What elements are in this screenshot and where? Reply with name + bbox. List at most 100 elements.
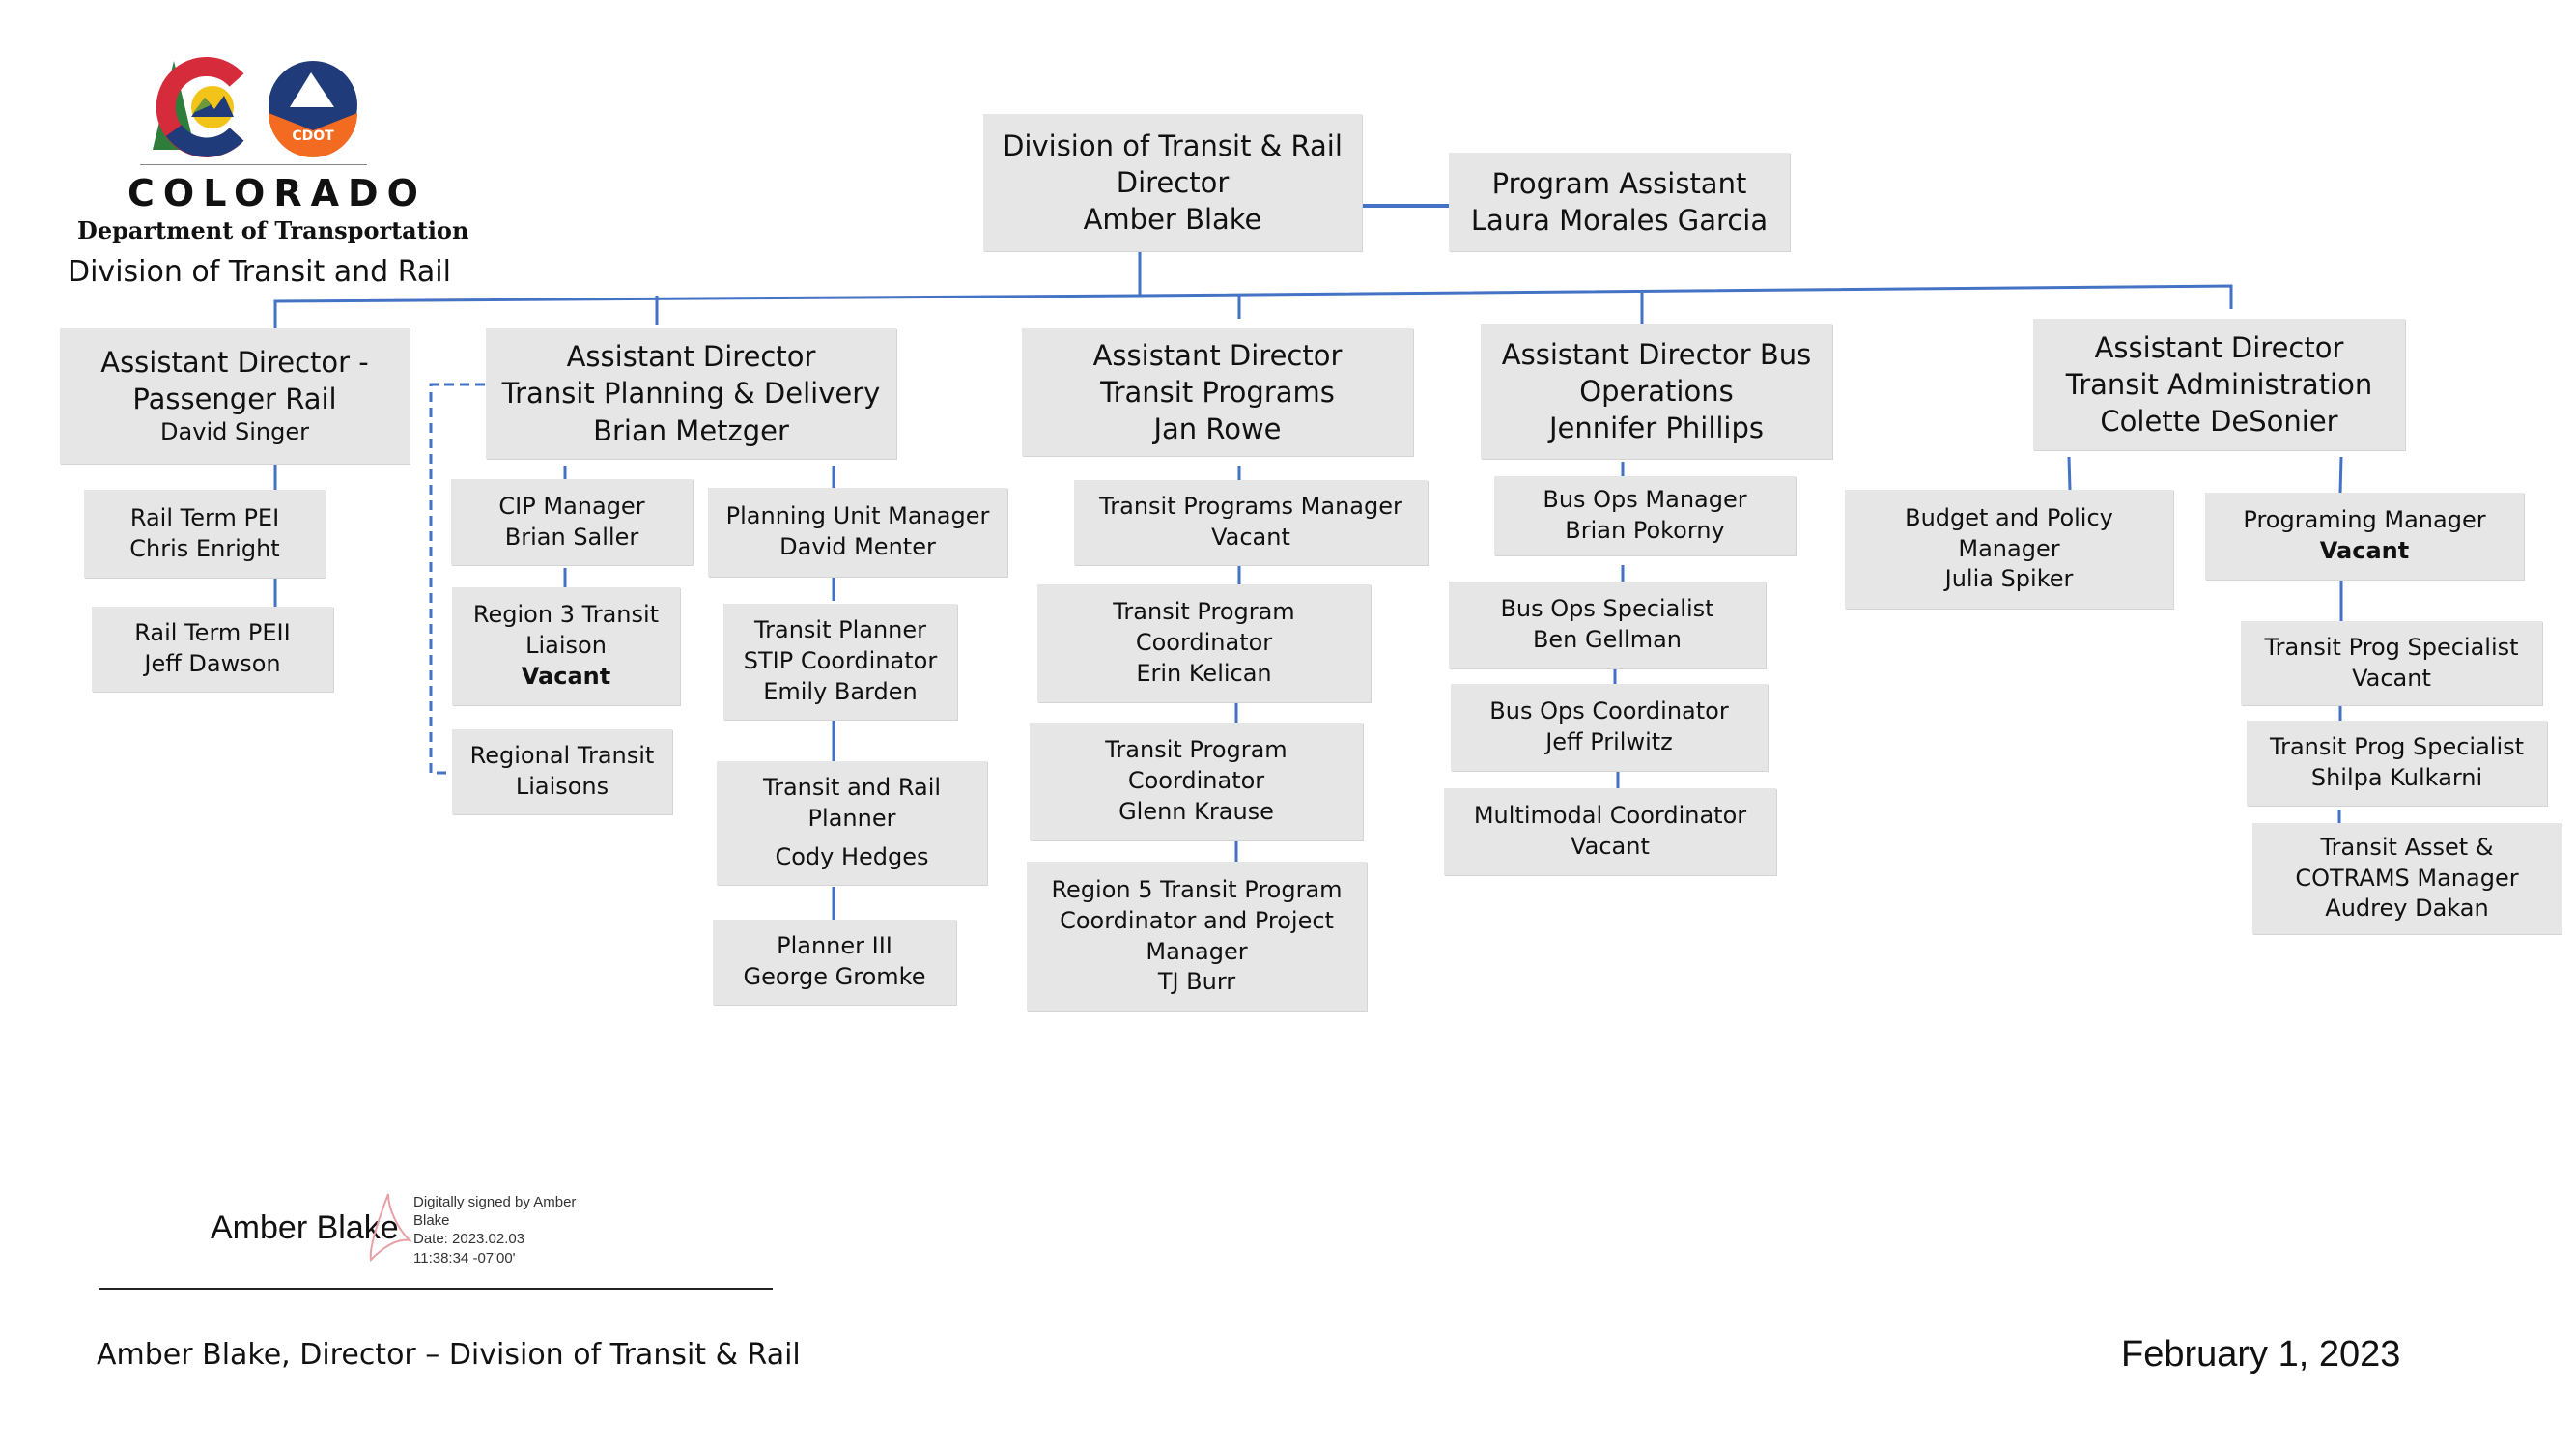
rail-term-pei-box[interactable]: Rail Term PEI Chris Enright — [84, 490, 326, 578]
bus-ops-coordinator-box[interactable]: Bus Ops Coordinator Jeff Prilwitz — [1451, 684, 1768, 771]
box-line: Regional Transit — [469, 742, 655, 770]
box-line: Planner III — [777, 932, 892, 960]
box-line: Cody Hedges — [775, 842, 929, 870]
box-line: Manager — [1958, 534, 2060, 562]
signature-meta-line: 11:38:34 -07'00' — [413, 1249, 516, 1266]
box-line: Rail Term PEI — [129, 503, 280, 531]
box-line: Bus Ops Specialist — [1500, 595, 1714, 623]
signature-meta-line: Digitally signed by Amber — [413, 1194, 577, 1210]
transit-asset-cotrams-box[interactable]: Transit Asset & COTRAMS Manager Audrey D… — [2252, 823, 2562, 934]
box-line: Coordinator — [1127, 767, 1265, 795]
bus-ops-manager-box[interactable]: Bus Ops Manager Brian Pokorny — [1494, 476, 1796, 555]
box-line: Programing Manager — [2243, 506, 2486, 534]
box-line: Brian Metzger — [593, 413, 789, 447]
connector-line — [2067, 456, 2072, 491]
box-line: Transit Program — [1113, 598, 1295, 626]
box-line: Bus Ops Coordinator — [1489, 697, 1729, 725]
transit-program-coordinator-box[interactable]: Transit Program Coordinator Glenn Krause — [1030, 723, 1363, 840]
box-line: Amber Blake — [1083, 203, 1262, 237]
box-line: Jennifer Phillips — [1548, 412, 1765, 445]
box-line: Transit and Rail — [762, 774, 942, 802]
box-line: Program Assistant — [1491, 166, 1747, 200]
transit-program-coordinator-box[interactable]: Transit Program Coordinator Erin Kelican — [1037, 584, 1371, 702]
transit-rail-planner-box[interactable]: Transit and Rail Planner Cody Hedges — [717, 761, 987, 885]
box-line: Laura Morales Garcia — [1470, 204, 1769, 237]
box-line: Assistant Director - — [100, 345, 369, 379]
box-line: David Menter — [779, 533, 936, 560]
box-line: Glenn Krause — [1118, 797, 1274, 825]
box-line: George Gromke — [743, 963, 926, 990]
box-line: TJ Burr — [1157, 968, 1236, 996]
box-line: Region 3 Transit — [472, 601, 660, 629]
ad-transit-programs-box[interactable]: Assistant Director Transit Programs Jan … — [1022, 328, 1413, 456]
cip-manager-box[interactable]: CIP Manager Brian Saller — [451, 479, 693, 565]
box-line: Vacant — [2352, 664, 2431, 692]
box-line: Transit Planner — [753, 616, 927, 644]
signature-caption: Amber Blake, Director – Division of Tran… — [97, 1338, 801, 1372]
region3-liaison-box[interactable]: Region 3 Transit Liaison Vacant — [452, 587, 680, 705]
dotted-reporting-line — [429, 383, 485, 775]
planner-iii-box[interactable]: Planner III George Gromke — [713, 920, 956, 1005]
box-line: Assistant Director — [2094, 330, 2344, 364]
ad-bus-operations-box[interactable]: Assistant Director Bus Operations Jennif… — [1481, 324, 1832, 459]
signature-meta-line: Blake — [413, 1212, 450, 1230]
box-line: Assistant Director — [566, 340, 816, 374]
budget-policy-manager-box[interactable]: Budget and Policy Manager Julia Spiker — [1845, 490, 2173, 609]
region5-coordinator-box[interactable]: Region 5 Transit Program Coordinator and… — [1027, 862, 1367, 1011]
box-line: Transit Program — [1105, 736, 1288, 764]
box-line: Transit Administration — [2065, 367, 2373, 401]
box-line: Audrey Dakan — [2325, 895, 2489, 923]
box-line: Director — [1116, 165, 1230, 199]
box-line: Planning Unit Manager — [725, 502, 990, 530]
regional-transit-liaisons-box[interactable]: Regional Transit Liaisons — [452, 729, 672, 814]
box-line: Bus Ops Manager — [1543, 486, 1747, 514]
box-line: Brian Saller — [504, 523, 639, 551]
box-line: COTRAMS Manager — [2295, 864, 2519, 892]
program-assistant-box[interactable]: Program Assistant Laura Morales Garcia — [1449, 153, 1790, 251]
box-line: Multimodal Coordinator — [1473, 802, 1747, 830]
box-line: Transit Programs — [1100, 375, 1335, 409]
box-line: Passenger Rail — [132, 383, 337, 416]
planning-unit-manager-box[interactable]: Planning Unit Manager David Menter — [708, 488, 1007, 577]
box-line: Vacant — [1211, 524, 1290, 551]
box-line: Transit Prog Specialist — [2269, 733, 2525, 761]
transit-prog-specialist-box[interactable]: Transit Prog Specialist Vacant — [2241, 621, 2542, 705]
box-line: Shilpa Kulkarni — [2310, 764, 2483, 791]
transit-planner-stip-box[interactable]: Transit Planner STIP Coordinator Emily B… — [723, 604, 957, 720]
box-line: Emily Barden — [763, 677, 918, 705]
box-line: Transit Programs Manager — [1099, 493, 1402, 521]
box-line: Region 5 Transit Program — [1051, 876, 1343, 904]
box-line: Operations — [1579, 374, 1734, 408]
rail-term-peii-box[interactable]: Rail Term PEII Jeff Dawson — [92, 607, 333, 692]
signature-line — [99, 1288, 773, 1290]
box-line: Erin Kelican — [1136, 659, 1272, 687]
vacant-label: Vacant — [521, 662, 611, 690]
connector-line — [2338, 456, 2343, 494]
director-box[interactable]: Division of Transit & Rail Director Ambe… — [983, 114, 1362, 251]
box-line: STIP Coordinator — [743, 647, 938, 675]
transit-prog-specialist-box[interactable]: Transit Prog Specialist Shilpa Kulkarni — [2247, 721, 2547, 806]
box-line: Colette DeSonier — [2100, 405, 2338, 439]
digital-signature-details: Digitally signed by Amber Blake Date: 20… — [413, 1193, 626, 1267]
box-line: Jan Rowe — [1153, 412, 1282, 446]
ad-transit-administration-box[interactable]: Assistant Director Transit Administratio… — [2033, 319, 2405, 450]
box-line: Assistant Director Bus — [1501, 337, 1812, 371]
multimodal-coordinator-box[interactable]: Multimodal Coordinator Vacant — [1444, 788, 1776, 875]
document-date: February 1, 2023 — [2121, 1334, 2401, 1375]
signature-meta-line: Date: 2023.02.03 — [413, 1231, 525, 1248]
ad-passenger-rail-box[interactable]: Assistant Director - Passenger Rail Davi… — [60, 328, 410, 464]
box-line: Brian Pokorny — [1565, 517, 1725, 544]
programing-manager-box[interactable]: Programing Manager Vacant — [2205, 493, 2524, 580]
bus-ops-specialist-box[interactable]: Bus Ops Specialist Ben Gellman — [1449, 582, 1766, 668]
box-line: Coordinator — [1135, 629, 1273, 657]
ad-transit-planning-box[interactable]: Assistant Director Transit Planning & De… — [486, 328, 896, 459]
box-line: Budget and Policy — [1905, 503, 2113, 531]
box-line: Ben Gellman — [1532, 626, 1683, 653]
box-line: Vacant — [1571, 833, 1650, 860]
transit-programs-manager-box[interactable]: Transit Programs Manager Vacant — [1074, 480, 1428, 565]
box-line: Jeff Prilwitz — [1545, 728, 1673, 755]
connector-line — [273, 284, 2233, 328]
box-line: Chris Enright — [129, 534, 280, 562]
box-line: Transit Prog Specialist — [2264, 633, 2519, 661]
box-line: Manager — [1146, 937, 1248, 965]
